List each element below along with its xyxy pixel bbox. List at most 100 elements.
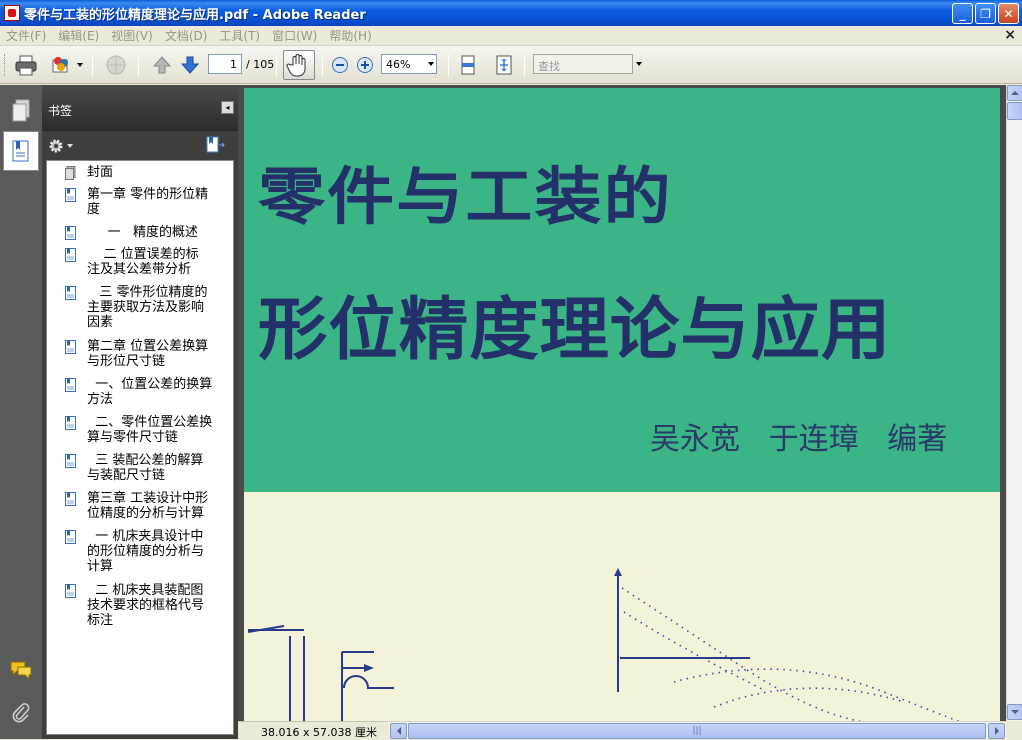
globe-icon bbox=[106, 55, 126, 75]
attach-button[interactable] bbox=[102, 52, 130, 78]
document-view[interactable]: 零件与工装的 形位精度理论与应用 吴永宽 于连璋 编著 bbox=[238, 85, 1006, 721]
cover-authors: 吴永宽 于连璋 编著 bbox=[650, 422, 948, 457]
arrow-up-icon bbox=[152, 56, 172, 74]
comments-panel-button[interactable] bbox=[3, 650, 39, 690]
scroll-down-button[interactable] bbox=[1007, 704, 1022, 720]
bookmark-page-icon bbox=[65, 416, 76, 430]
toolbar-separator bbox=[92, 54, 93, 76]
chevron-right-icon bbox=[994, 727, 999, 735]
print-button[interactable] bbox=[12, 52, 40, 78]
bookmarks-panel-title: 书签 bbox=[48, 104, 73, 118]
next-page-button[interactable] bbox=[178, 52, 202, 78]
zoom-in-icon bbox=[357, 57, 373, 73]
bookmark-page-icon bbox=[65, 378, 76, 392]
bookmark-page-icon bbox=[65, 340, 76, 354]
page-total-label: / 105 bbox=[246, 58, 275, 71]
horizontal-scrollbar[interactable]: ||| bbox=[389, 721, 1006, 739]
collapse-panel-button[interactable]: ◂ bbox=[221, 101, 234, 114]
restore-button[interactable]: ❐ bbox=[975, 3, 996, 24]
page-number-input[interactable] bbox=[208, 54, 242, 74]
hand-icon bbox=[286, 54, 306, 77]
chevron-left-icon bbox=[396, 727, 401, 735]
fit-width-icon bbox=[461, 55, 475, 75]
bookmark-label: 第二章 位置公差换算 与形位尺寸链 bbox=[87, 339, 209, 369]
previous-page-button[interactable] bbox=[150, 52, 174, 78]
cover-title-line1: 零件与工装的 bbox=[258, 160, 673, 233]
expand-bookmark-icon bbox=[206, 136, 225, 153]
page-icon bbox=[65, 166, 76, 180]
printer-icon bbox=[15, 55, 37, 76]
menu-edit[interactable]: 编辑(E) bbox=[52, 27, 105, 44]
bookmark-page-icon bbox=[65, 248, 76, 262]
chevron-down-icon bbox=[428, 62, 434, 66]
scroll-right-button[interactable] bbox=[988, 723, 1005, 739]
zoom-level-select[interactable]: 46% bbox=[381, 54, 437, 74]
scroll-left-button[interactable] bbox=[390, 723, 407, 739]
bookmark-label: 三 零件形位精度的 主要获取方法及影响 因素 bbox=[87, 285, 208, 330]
toolbar-grip[interactable] bbox=[4, 54, 7, 76]
attachments-panel-button[interactable] bbox=[3, 693, 39, 733]
fit-width-button[interactable] bbox=[456, 52, 480, 78]
paperclip-icon bbox=[12, 703, 30, 723]
window-title: 零件与工装的形位精度理论与应用.pdf - Adobe Reader bbox=[24, 7, 366, 23]
bookmark-page-icon bbox=[65, 584, 76, 598]
navigation-pane-strip bbox=[0, 85, 42, 739]
zoom-out-button[interactable] bbox=[330, 55, 350, 75]
bookmarks-toolbar bbox=[42, 131, 238, 159]
menu-file[interactable]: 文件(F) bbox=[0, 27, 52, 44]
horizontal-scroll-thumb[interactable]: ||| bbox=[408, 723, 986, 739]
bookmark-label: 第三章 工装设计中形 位精度的分析与计算 bbox=[87, 491, 209, 521]
bookmarks-panel: 书签 ◂ 封面第一章 零件的形位精 度 一 精度的概述 二 位置误差的标 注及其… bbox=[42, 85, 238, 739]
pages-panel-button[interactable] bbox=[3, 91, 39, 131]
bookmark-label: 二 位置误差的标 注及其公差带分析 bbox=[87, 247, 199, 277]
menu-tools[interactable]: 工具(T) bbox=[213, 27, 266, 44]
bookmark-page-icon bbox=[65, 286, 76, 300]
document-close-button[interactable]: × bbox=[1004, 27, 1016, 43]
share-dropdown-arrow[interactable] bbox=[76, 62, 84, 68]
bookmark-page-icon bbox=[65, 226, 76, 240]
bookmarks-panel-button[interactable] bbox=[3, 131, 39, 171]
menu-document[interactable]: 文档(D) bbox=[159, 27, 214, 44]
chevron-down-icon bbox=[1011, 710, 1019, 714]
title-bar: 零件与工装的形位精度理论与应用.pdf - Adobe Reader _ ❐ ✕ bbox=[0, 0, 1022, 26]
toolbar-separator bbox=[138, 54, 139, 76]
page-size-status: 38.016 x 57.038 厘米 bbox=[238, 721, 388, 739]
pages-icon bbox=[12, 99, 30, 122]
cover-technical-drawing bbox=[247, 568, 961, 721]
bookmark-label: 三 装配公差的解算 与装配尺寸链 bbox=[87, 453, 204, 483]
share-button[interactable] bbox=[48, 52, 76, 78]
bookmark-page-icon bbox=[65, 188, 76, 202]
zoom-level-value: 46% bbox=[386, 58, 411, 71]
vertical-scroll-thumb[interactable] bbox=[1007, 102, 1022, 120]
arrow-down-icon bbox=[180, 56, 200, 74]
close-button[interactable]: ✕ bbox=[998, 3, 1019, 24]
search-input[interactable]: 查找 bbox=[533, 54, 633, 74]
options-button[interactable] bbox=[48, 137, 76, 155]
bookmark-label: 一 精度的概述 bbox=[87, 225, 199, 240]
bookmark-label: 封面 bbox=[87, 165, 114, 180]
scroll-up-button[interactable] bbox=[1007, 85, 1022, 101]
bookmark-page-icon bbox=[65, 492, 76, 506]
menu-help[interactable]: 帮助(H) bbox=[323, 27, 377, 44]
cover-title-line2: 形位精度理论与应用 bbox=[258, 291, 892, 370]
toolbar-separator bbox=[524, 54, 525, 76]
menu-view[interactable]: 视图(V) bbox=[105, 27, 159, 44]
bookmark-label: 一、位置公差的换算 方法 bbox=[87, 377, 213, 407]
scrollbar-corner bbox=[1006, 721, 1022, 739]
minimize-button[interactable]: _ bbox=[952, 3, 973, 24]
zoom-in-button[interactable] bbox=[355, 55, 375, 75]
chevron-up-icon bbox=[1011, 91, 1019, 95]
menu-bar: 文件(F) 编辑(E) 视图(V) 文档(D) 工具(T) 窗口(W) 帮助(H… bbox=[0, 26, 1022, 46]
chevron-down-icon bbox=[67, 144, 73, 148]
search-dropdown-arrow[interactable] bbox=[636, 62, 642, 66]
bookmark-label: 二 机床夹具装配图 技术要求的框格代号 标注 bbox=[87, 583, 205, 628]
hand-tool-button[interactable] bbox=[283, 50, 315, 80]
bookmark-label: 第一章 零件的形位精 度 bbox=[87, 187, 209, 217]
bookmark-label: 二、零件位置公差换 算与零件尺寸链 bbox=[87, 415, 213, 445]
toolbar-separator bbox=[448, 54, 449, 76]
menu-window[interactable]: 窗口(W) bbox=[266, 27, 323, 44]
fit-page-button[interactable] bbox=[492, 52, 516, 78]
vertical-scrollbar[interactable] bbox=[1006, 85, 1022, 721]
new-bookmark-button[interactable] bbox=[204, 135, 226, 155]
gear-icon bbox=[49, 139, 63, 153]
